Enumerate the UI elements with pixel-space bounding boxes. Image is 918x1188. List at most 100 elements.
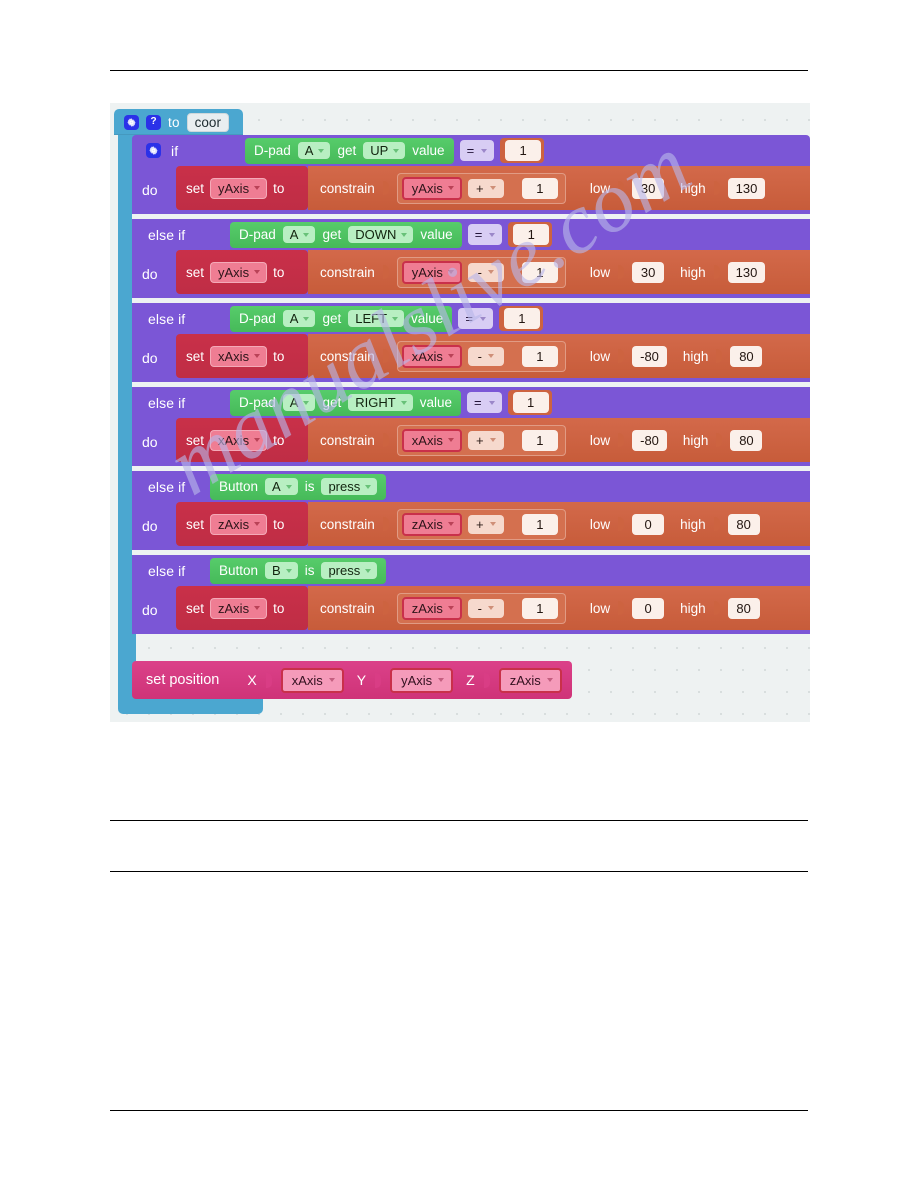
constrain-block[interactable]: constrain zAxis + 1 low 0 high 80	[308, 502, 810, 546]
do-statement-row[interactable]: do set xAxis to constrain xAxis - 1 low …	[132, 334, 810, 382]
operand-variable-dropdown[interactable]: xAxis	[401, 344, 462, 368]
arithmetic-block[interactable]: zAxis - 1	[396, 592, 566, 624]
button-sensor-block[interactable]: Button B is press	[210, 557, 387, 584]
set-variable-block[interactable]: set xAxis to	[176, 418, 308, 462]
x-variable-dropdown[interactable]: xAxis	[280, 667, 344, 693]
comparison-block[interactable]: D-pad A get RIGHT value = 1	[222, 387, 558, 418]
high-value-field[interactable]: 130	[727, 261, 766, 283]
button-port-dropdown[interactable]: B	[265, 562, 298, 579]
operand-variable-dropdown[interactable]: zAxis	[401, 512, 462, 536]
high-value-field[interactable]: 80	[727, 513, 760, 535]
low-value-field[interactable]: 0	[632, 513, 665, 535]
do-statement-stack[interactable]: set yAxis to constrain yAxis - 1 low 30	[176, 250, 810, 298]
set-variable-block[interactable]: set zAxis to	[176, 502, 308, 546]
arithmetic-block[interactable]: yAxis + 1	[396, 172, 566, 204]
do-statement-row[interactable]: do set yAxis to constrain yAxis + 1 low …	[132, 166, 810, 214]
set-variable-dropdown[interactable]: yAxis	[210, 261, 268, 283]
dpad-sensor-block[interactable]: D-pad A get UP value	[245, 137, 454, 164]
comparison-block[interactable]: D-pad A get DOWN value = 1	[222, 219, 559, 250]
arithmetic-block[interactable]: xAxis - 1	[396, 340, 566, 372]
constrain-block[interactable]: constrain yAxis + 1 low 30 high 130	[308, 166, 810, 210]
question-icon[interactable]: ?	[146, 114, 161, 130]
comparison-operator-dropdown[interactable]: =	[467, 224, 503, 245]
arithmetic-operator-dropdown[interactable]: +	[467, 514, 504, 534]
do-statement-row[interactable]: do set zAxis to constrain zAxis - 1 low …	[132, 586, 810, 634]
operand-number-field[interactable]: 1	[521, 513, 558, 535]
dpad-sensor-block[interactable]: D-pad A get RIGHT value	[230, 389, 461, 416]
dpad-sensor-block[interactable]: D-pad A get LEFT value	[230, 305, 453, 332]
z-variable-dropdown[interactable]: zAxis	[498, 667, 562, 693]
gear-icon[interactable]	[124, 114, 139, 130]
procedure-definition-block[interactable]: ? to coor	[114, 109, 494, 714]
constrain-block[interactable]: constrain yAxis - 1 low 30 high 130	[308, 250, 810, 294]
dpad-sensor-block[interactable]: D-pad A get DOWN value	[230, 221, 462, 248]
if-condition-row[interactable]: if D-pad A get UP value = 1	[132, 135, 810, 166]
high-value-field[interactable]: 80	[730, 345, 763, 367]
dpad-direction-dropdown[interactable]: DOWN	[348, 226, 414, 243]
low-value-field[interactable]: -80	[632, 429, 667, 451]
set-variable-block[interactable]: set yAxis to	[176, 250, 308, 294]
set-variable-block[interactable]: set yAxis to	[176, 166, 308, 210]
set-variable-block[interactable]: set xAxis to	[176, 334, 308, 378]
else-if-condition-row[interactable]: else if D-pad A get DOWN value = 1	[132, 219, 810, 250]
y-variable-dropdown[interactable]: yAxis	[390, 667, 454, 693]
arithmetic-operator-dropdown[interactable]: -	[467, 598, 504, 618]
constrain-block[interactable]: constrain xAxis + 1 low -80 high 80	[308, 418, 810, 462]
dpad-direction-dropdown[interactable]: LEFT	[348, 310, 405, 327]
else-if-condition-row[interactable]: else if Button B is press	[132, 555, 810, 586]
operand-number-field[interactable]: 1	[521, 429, 558, 451]
set-variable-dropdown[interactable]: zAxis	[210, 597, 268, 619]
dpad-port-dropdown[interactable]: A	[282, 310, 316, 327]
low-value-field[interactable]: 30	[632, 177, 665, 199]
high-value-field[interactable]: 80	[727, 597, 760, 619]
operand-variable-dropdown[interactable]: zAxis	[401, 596, 462, 620]
button-port-dropdown[interactable]: A	[265, 478, 298, 495]
comparison-operand-block[interactable]: 1	[500, 138, 545, 163]
low-value-field[interactable]: 30	[632, 261, 665, 283]
do-statement-stack[interactable]: set xAxis to constrain xAxis + 1 low -80…	[176, 418, 810, 466]
high-value-field[interactable]: 80	[730, 429, 763, 451]
do-statement-row[interactable]: do set zAxis to constrain zAxis + 1 low …	[132, 502, 810, 550]
do-statement-stack[interactable]: set xAxis to constrain xAxis - 1 low -80…	[176, 334, 810, 382]
comparison-operator-dropdown[interactable]: =	[459, 140, 495, 161]
dpad-port-dropdown[interactable]: A	[282, 394, 316, 411]
constrain-block[interactable]: constrain xAxis - 1 low -80 high 80	[308, 334, 810, 378]
dpad-port-dropdown[interactable]: A	[282, 226, 316, 243]
arithmetic-block[interactable]: zAxis + 1	[396, 508, 566, 540]
button-state-dropdown[interactable]: press	[321, 478, 378, 495]
operand-number-field[interactable]: 1	[521, 597, 558, 619]
else-if-condition-row[interactable]: else if D-pad A get LEFT value = 1	[132, 303, 810, 334]
else-if-condition-row[interactable]: else if D-pad A get RIGHT value = 1	[132, 387, 810, 418]
do-statement-row[interactable]: do set xAxis to constrain xAxis + 1 low …	[132, 418, 810, 466]
arithmetic-operator-dropdown[interactable]: +	[467, 430, 504, 450]
if-else-control-block[interactable]: if D-pad A get UP value = 1 do set yAxis	[132, 135, 810, 634]
procedure-name-field[interactable]: coor	[186, 112, 229, 132]
low-value-field[interactable]: 0	[632, 597, 665, 619]
comparison-operand-block[interactable]: 1	[508, 222, 553, 247]
do-statement-stack[interactable]: set yAxis to constrain yAxis + 1 low 30	[176, 166, 810, 214]
comparison-operator-dropdown[interactable]: =	[458, 308, 493, 329]
comparison-block[interactable]: D-pad A get UP value = 1	[237, 135, 551, 166]
do-statement-stack[interactable]: set zAxis to constrain zAxis + 1 low 0 h…	[176, 502, 810, 550]
operand-number-field[interactable]: 1	[521, 177, 558, 199]
comparison-block[interactable]: D-pad A get LEFT value = 1	[222, 303, 549, 334]
button-sensor-block[interactable]: Button A is press	[210, 473, 387, 500]
high-value-field[interactable]: 130	[727, 177, 766, 199]
set-variable-dropdown[interactable]: yAxis	[210, 177, 268, 199]
arithmetic-block[interactable]: xAxis + 1	[396, 424, 566, 456]
operand-variable-dropdown[interactable]: yAxis	[401, 176, 462, 200]
button-state-dropdown[interactable]: press	[321, 562, 378, 579]
arithmetic-operator-dropdown[interactable]: +	[467, 178, 504, 198]
blockly-workspace[interactable]: ? to coor if D-pad A get UP value = 1 do…	[110, 103, 810, 722]
arithmetic-block[interactable]: yAxis - 1	[396, 256, 566, 288]
comparison-operand-block[interactable]: 1	[507, 390, 552, 415]
constrain-block[interactable]: constrain zAxis - 1 low 0 high 80	[308, 586, 810, 630]
operand-number-field[interactable]: 1	[521, 261, 558, 283]
dpad-direction-dropdown[interactable]: RIGHT	[348, 394, 413, 411]
operand-variable-dropdown[interactable]: yAxis	[401, 260, 462, 284]
dpad-port-dropdown[interactable]: A	[297, 142, 331, 159]
arithmetic-operator-dropdown[interactable]: -	[467, 346, 504, 366]
set-variable-dropdown[interactable]: zAxis	[210, 513, 268, 535]
gear-icon[interactable]	[146, 143, 161, 158]
procedure-header[interactable]: ? to coor	[114, 109, 243, 135]
